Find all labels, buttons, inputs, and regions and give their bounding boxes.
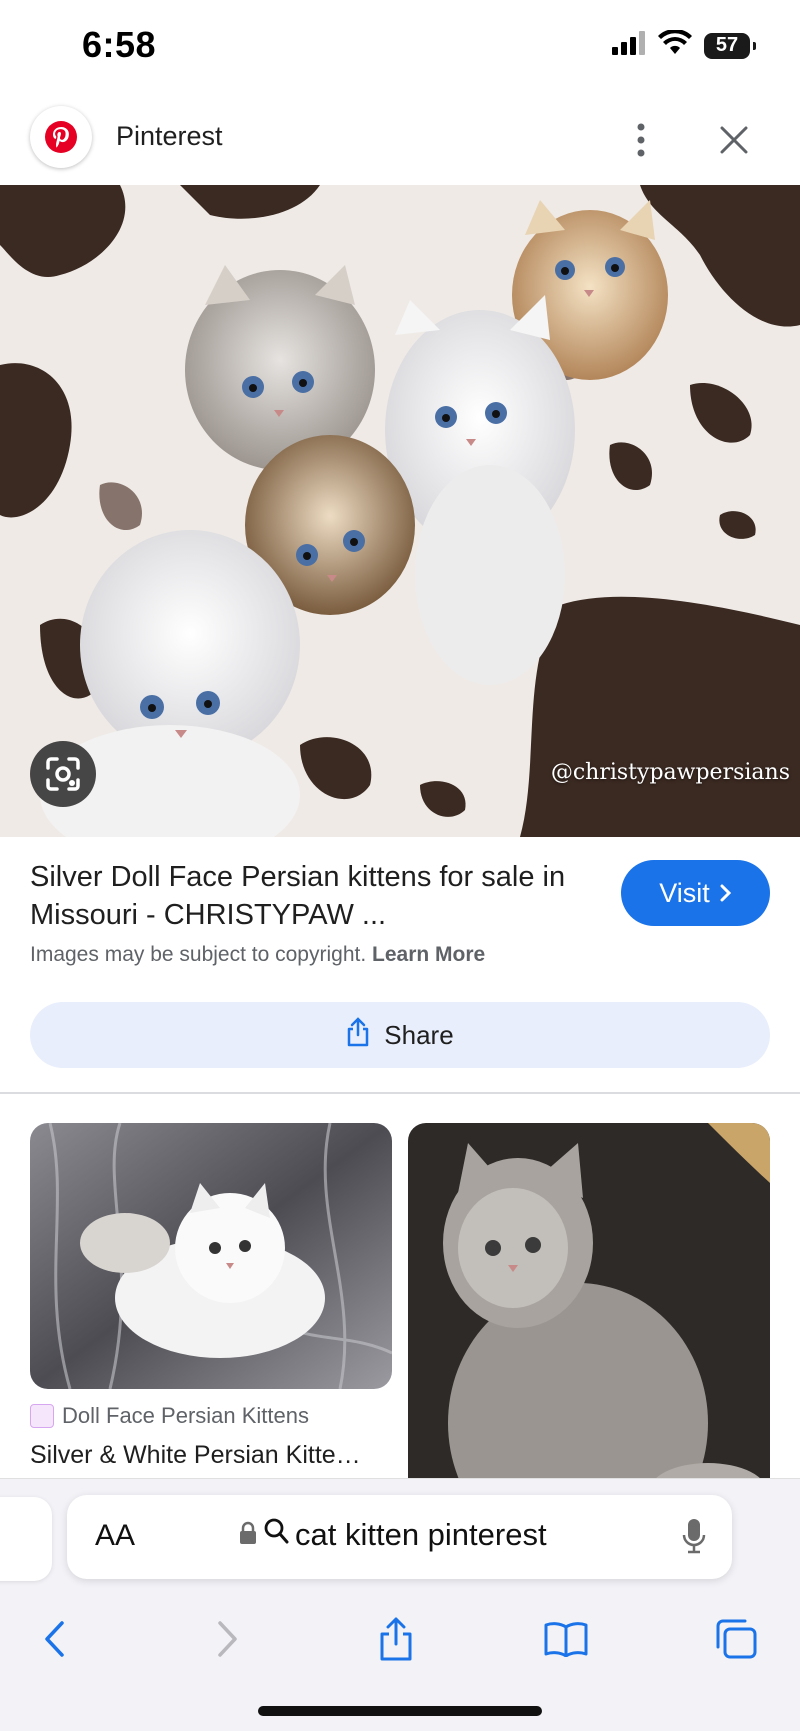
navigation-bar bbox=[0, 1601, 800, 1671]
status-time: 6:58 bbox=[82, 24, 157, 65]
bookmarks-icon[interactable] bbox=[538, 1611, 594, 1667]
text-size-button[interactable]: AA bbox=[95, 1519, 135, 1553]
status-bar: 6:58 57 bbox=[0, 0, 800, 90]
address-bar[interactable]: AA cat kitten pinterest bbox=[67, 1495, 732, 1579]
visit-label: Visit bbox=[659, 877, 710, 908]
copyright-notice: Images may be subject to copyright. Lear… bbox=[30, 943, 485, 967]
status-icons: 57 bbox=[612, 28, 756, 61]
search-icon bbox=[263, 1517, 289, 1553]
related-source[interactable]: Doll Face Persian Kittens bbox=[30, 1403, 309, 1429]
share-label: Share bbox=[384, 1019, 454, 1050]
back-icon[interactable] bbox=[26, 1611, 82, 1667]
result-title[interactable]: Silver Doll Face Persian kittens for sal… bbox=[30, 858, 610, 934]
close-icon[interactable] bbox=[714, 117, 754, 163]
related-image[interactable] bbox=[30, 1123, 392, 1389]
cellular-signal-icon bbox=[612, 31, 646, 60]
google-lens-icon[interactable] bbox=[30, 741, 96, 807]
more-vert-icon[interactable] bbox=[626, 117, 656, 163]
previous-tab-preview[interactable] bbox=[0, 1497, 52, 1581]
related-image[interactable] bbox=[408, 1123, 770, 1523]
lock-icon bbox=[239, 1517, 257, 1553]
related-card[interactable] bbox=[408, 1123, 770, 1523]
learn-more-link[interactable]: Learn More bbox=[372, 943, 485, 966]
app-header: Pinterest bbox=[0, 95, 800, 185]
url-field[interactable]: cat kitten pinterest bbox=[239, 1517, 547, 1553]
text-size-label: AA bbox=[95, 1519, 136, 1552]
safari-share-icon[interactable] bbox=[368, 1611, 424, 1667]
battery-indicator: 57 bbox=[704, 32, 756, 59]
browser-toolbar: AA cat kitten pinterest bbox=[0, 1478, 800, 1731]
pinterest-logo-icon bbox=[30, 106, 92, 168]
copyright-text: Images may be subject to copyright. bbox=[30, 943, 367, 966]
chevron-right-icon bbox=[720, 878, 732, 909]
mic-icon[interactable] bbox=[682, 1517, 706, 1560]
home-indicator[interactable] bbox=[258, 1706, 542, 1716]
related-source-label: Doll Face Persian Kittens bbox=[62, 1403, 309, 1428]
site-favicon-icon bbox=[30, 1404, 54, 1428]
app-title: Pinterest bbox=[116, 121, 223, 151]
share-icon bbox=[346, 1016, 370, 1054]
visit-button[interactable]: Visit bbox=[621, 860, 770, 926]
tabs-icon[interactable] bbox=[708, 1611, 764, 1667]
related-title[interactable]: Silver & White Persian Kitte… bbox=[30, 1441, 361, 1470]
wifi-icon bbox=[658, 28, 692, 61]
section-divider bbox=[0, 1092, 800, 1094]
hero-image[interactable]: @christypawpersians bbox=[0, 185, 800, 837]
image-watermark: @christypawpersians bbox=[550, 760, 790, 785]
share-button[interactable]: Share bbox=[30, 1002, 770, 1068]
url-text: cat kitten pinterest bbox=[295, 1517, 547, 1552]
forward-icon[interactable] bbox=[200, 1611, 256, 1667]
related-card[interactable]: Doll Face Persian Kittens Silver & White… bbox=[30, 1123, 392, 1478]
